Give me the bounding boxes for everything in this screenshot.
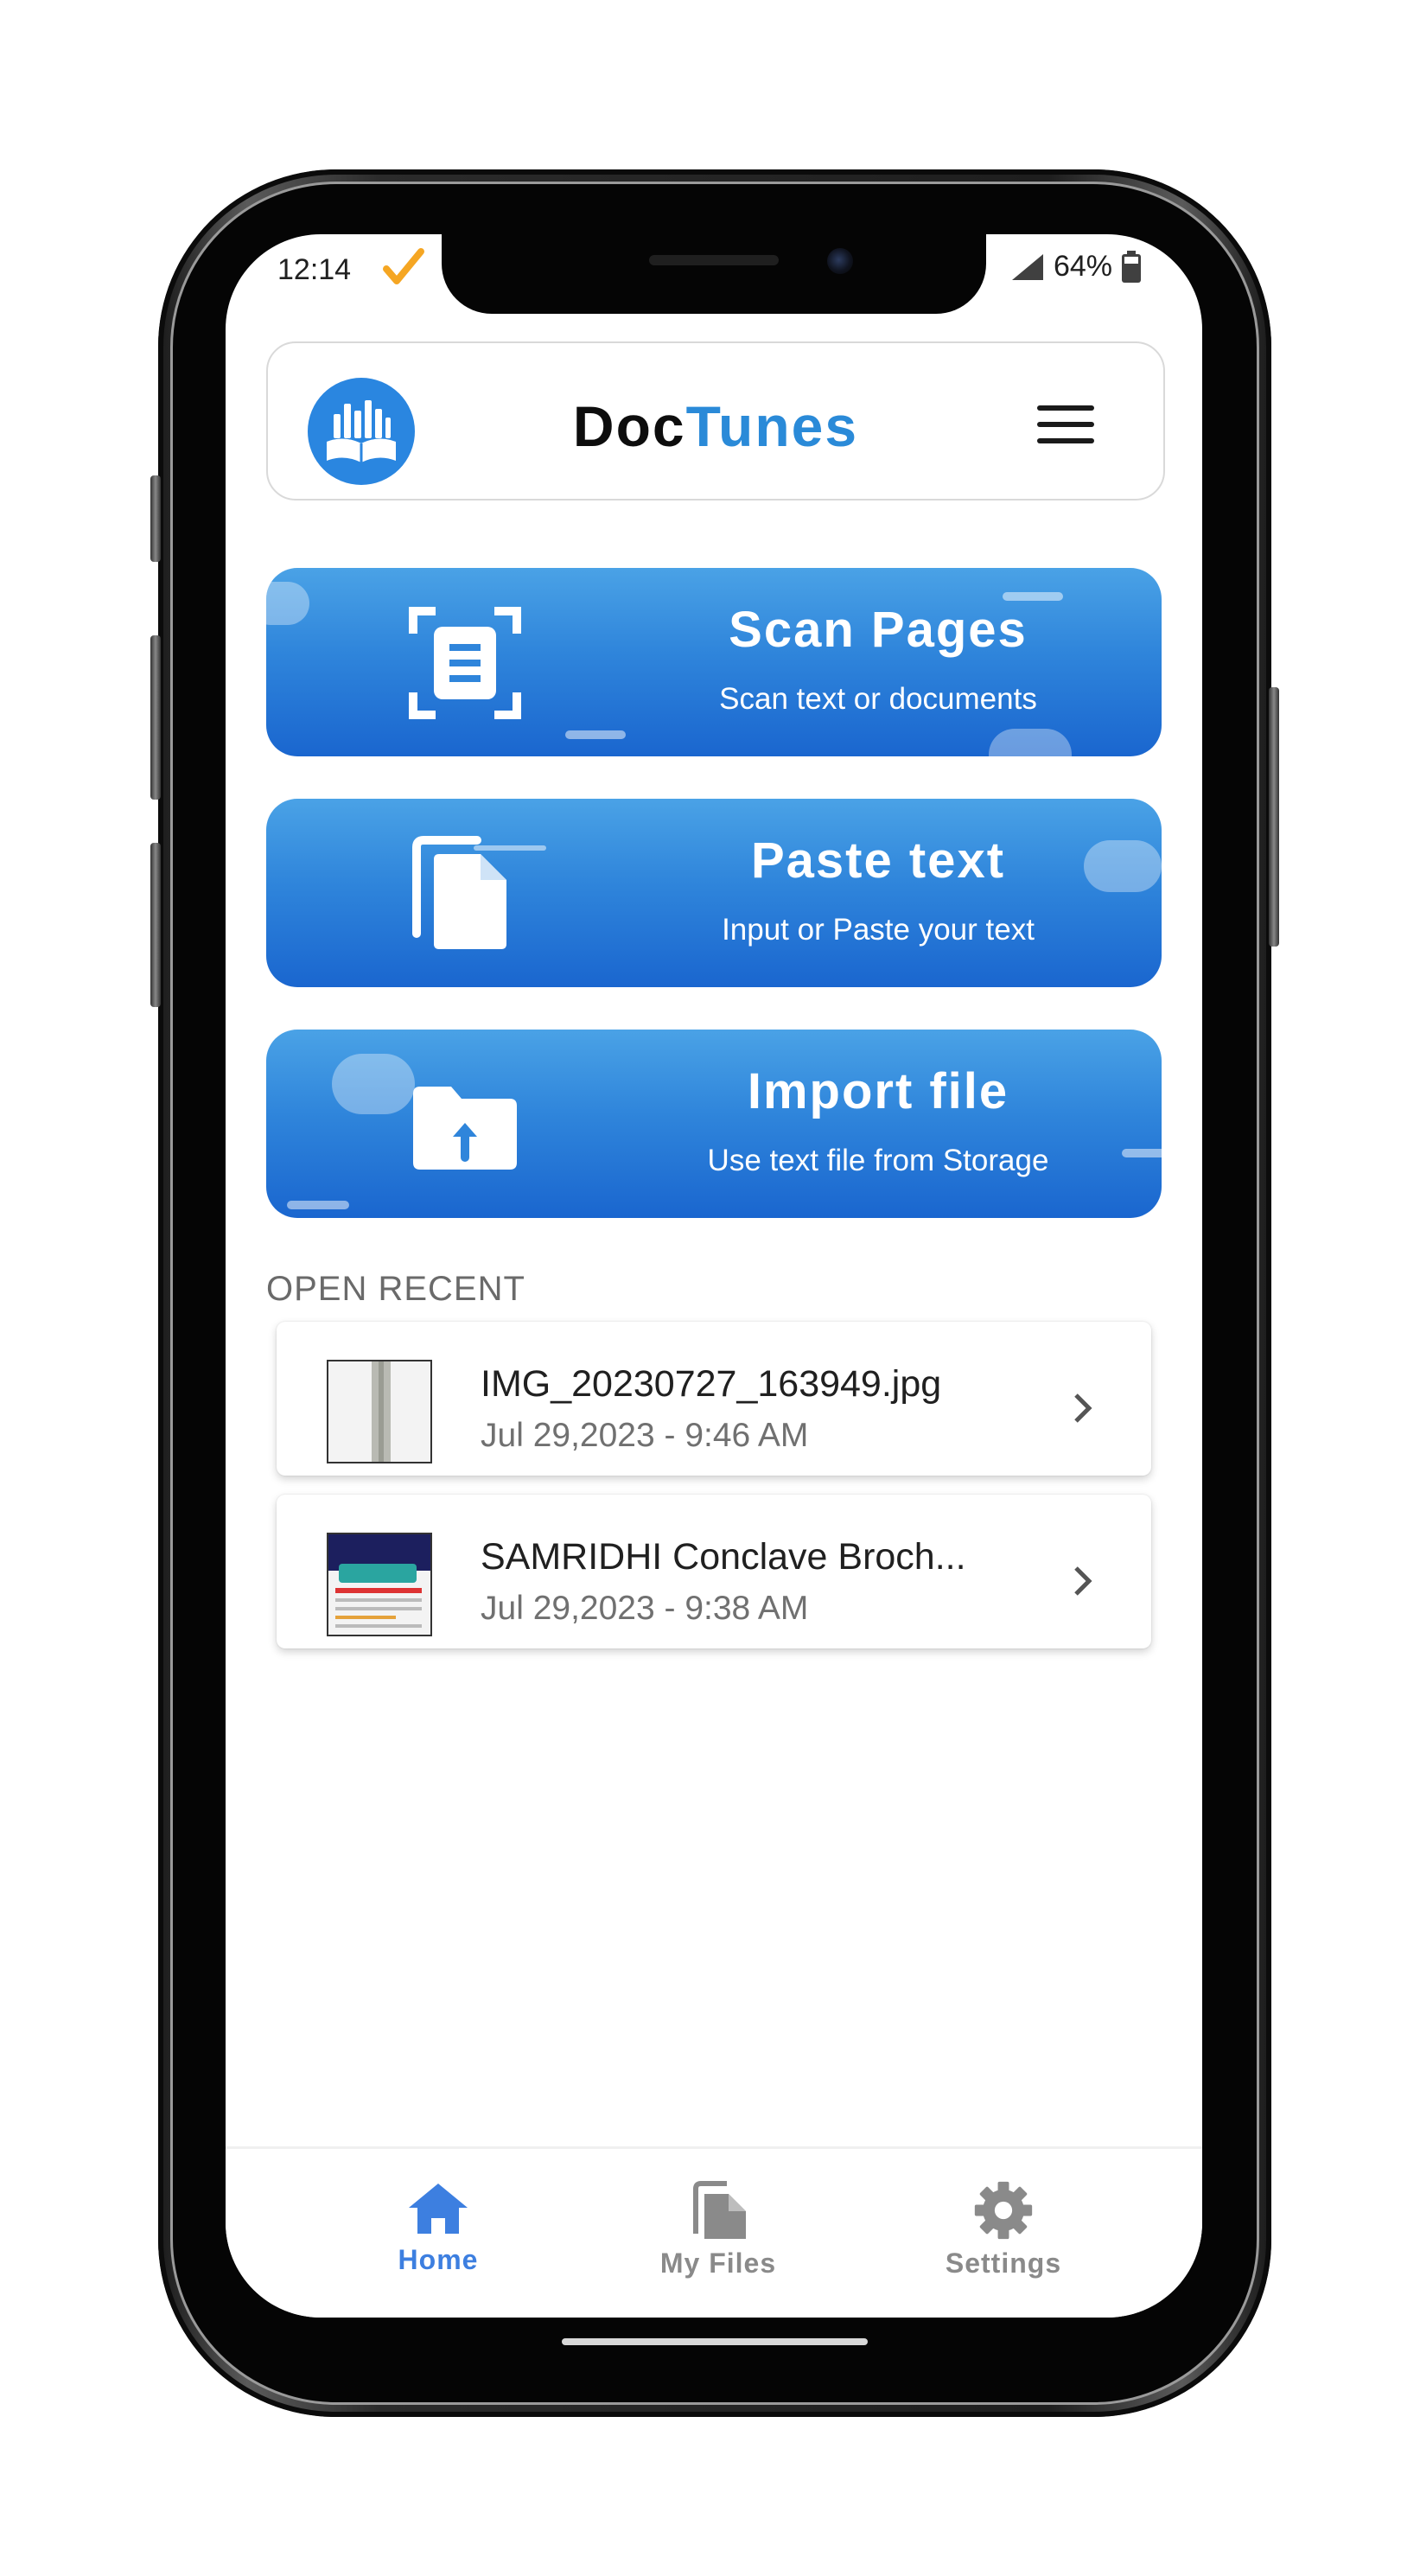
nav-my-files[interactable]: My Files	[614, 2180, 822, 2280]
import-file-button[interactable]: Import file Use text file from Storage	[266, 1030, 1162, 1218]
scan-pages-button[interactable]: Scan Pages Scan text or documents	[266, 568, 1162, 756]
folder-upload-icon	[413, 1087, 517, 1170]
home-indicator[interactable]	[562, 2338, 868, 2345]
home-icon	[409, 2184, 468, 2234]
file-date: Jul 29,2023 - 9:38 AM	[481, 1590, 809, 1627]
bottom-navigation: Home My Files Settings	[226, 2146, 1202, 2318]
title-part-tunes: Tunes	[685, 394, 859, 458]
file-name: IMG_20230727_163949.jpg	[481, 1363, 942, 1405]
mute-switch	[150, 475, 161, 562]
recent-file-row[interactable]: IMG_20230727_163949.jpg Jul 29,2023 - 9:…	[277, 1322, 1151, 1476]
nav-settings-label: Settings	[945, 2248, 1062, 2279]
cloud-decoration	[332, 1054, 415, 1114]
earpiece-speaker	[649, 255, 779, 265]
paste-text-subtitle: Input or Paste your text	[722, 913, 1035, 947]
chevron-right-icon	[1074, 1393, 1092, 1423]
files-icon	[693, 2181, 746, 2239]
recent-file-row[interactable]: SAMRIDHI Conclave Broch... Jul 29,2023 -…	[277, 1495, 1151, 1648]
battery-percent: 64%	[1053, 250, 1112, 283]
file-name: SAMRIDHI Conclave Broch...	[481, 1536, 966, 1578]
nav-settings[interactable]: Settings	[900, 2180, 1107, 2280]
file-date: Jul 29,2023 - 9:46 AM	[481, 1417, 809, 1454]
chevron-right-icon	[1074, 1566, 1092, 1596]
power-button	[1269, 687, 1279, 947]
scan-pages-subtitle: Scan text or documents	[719, 682, 1037, 716]
open-recent-heading: OPEN RECENT	[266, 1270, 525, 1308]
volume-up-button	[150, 635, 161, 800]
battery-icon	[1122, 250, 1141, 283]
cloud-decoration	[989, 729, 1072, 756]
signal-icon	[1011, 253, 1043, 280]
status-time: 12:14	[277, 253, 352, 286]
paste-text-label: Paste text	[750, 832, 1006, 889]
hamburger-menu-icon[interactable]	[1037, 405, 1094, 449]
import-file-label: Import file	[747, 1063, 1009, 1119]
file-thumbnail	[327, 1360, 432, 1463]
checkmark-icon	[383, 248, 424, 284]
cloud-decoration	[266, 582, 309, 625]
app-screen: 12:14 64% DocTunes Scan Pages Scan text …	[226, 234, 1202, 2318]
streak-decoration	[287, 1201, 349, 1209]
volume-down-button	[150, 843, 161, 1007]
gear-icon	[974, 2181, 1033, 2240]
streak-decoration	[565, 730, 626, 739]
paste-text-button[interactable]: Paste text Input or Paste your text	[266, 799, 1162, 987]
streak-decoration	[1003, 592, 1063, 601]
nav-home[interactable]: Home	[334, 2180, 542, 2276]
scan-document-icon	[409, 607, 521, 719]
app-header: DocTunes	[266, 341, 1165, 501]
title-part-doc: Doc	[572, 394, 686, 458]
scan-pages-label: Scan Pages	[729, 602, 1028, 658]
app-title: DocTunes	[268, 393, 1163, 459]
notch	[442, 234, 986, 314]
status-right: 64%	[1010, 250, 1142, 284]
front-camera	[827, 248, 853, 274]
nav-home-label: Home	[398, 2244, 479, 2275]
import-file-subtitle: Use text file from Storage	[707, 1144, 1049, 1177]
paste-copy-icon	[412, 836, 506, 949]
nav-my-files-label: My Files	[659, 2248, 777, 2279]
file-thumbnail	[327, 1533, 432, 1636]
